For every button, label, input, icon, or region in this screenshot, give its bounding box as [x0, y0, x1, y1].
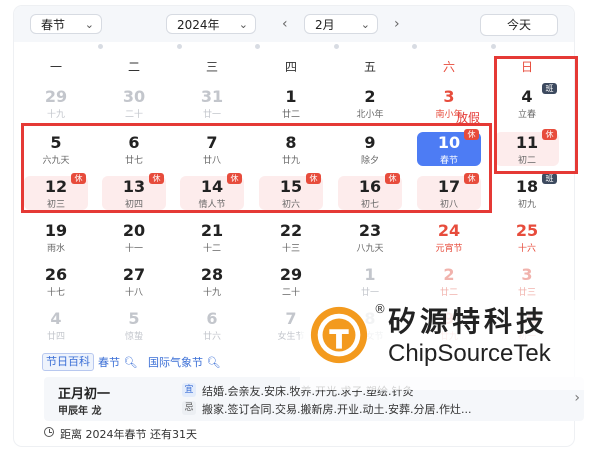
highlight-box-holiday	[21, 123, 492, 213]
day-number: 3	[443, 87, 455, 106]
search-icon: 🔍︎	[206, 356, 221, 369]
day-cell[interactable]: 24 元宵节	[417, 220, 481, 254]
lunar-label: 北小年	[356, 110, 384, 120]
ji-badge: 忌	[182, 401, 196, 415]
day-number: 27	[122, 265, 146, 284]
spring-festival-label: 春节	[98, 356, 120, 369]
meteorology-day-link[interactable]: 国际气象节 🔍︎	[148, 354, 220, 370]
lunar-label: 十三	[281, 244, 300, 254]
day-cell[interactable]: 31 廿一	[180, 86, 244, 120]
lunar-label: 廿三	[517, 288, 536, 298]
lunar-label: 十一	[124, 244, 143, 254]
day-cell[interactable]: 25 十六	[495, 220, 559, 254]
day-cell[interactable]: 23 八九天	[338, 220, 402, 254]
lunar-label: 惊蛰	[124, 332, 143, 342]
lunar-label: 二十	[124, 110, 143, 120]
meteorology-day-label: 国际气象节	[148, 356, 203, 369]
day-number: 4	[50, 309, 62, 328]
chipsourcetek-logo-icon	[310, 306, 368, 364]
day-cell[interactable]: 1 廿二	[259, 86, 323, 120]
day-cell[interactable]: 1 廿一	[338, 264, 402, 298]
day-number: 19	[44, 221, 68, 240]
lunar-label: 十八	[124, 288, 143, 298]
lunar-label: 十七	[46, 288, 65, 298]
watermark-chinese: 矽源特科技	[388, 305, 549, 338]
workday-badge: 班	[542, 173, 557, 184]
day-number: 22	[279, 221, 303, 240]
lunar-label: 十九	[46, 110, 65, 120]
lunar-label: 廿四	[46, 332, 65, 342]
day-number: 24	[437, 221, 461, 240]
clock-icon	[44, 427, 54, 437]
lunar-label: 十六	[517, 244, 536, 254]
ganzhi-year: 甲辰年 龙	[58, 406, 102, 417]
day-cell[interactable]: 5 惊蛰	[102, 308, 166, 342]
day-number: 31	[200, 87, 224, 106]
day-number: 25	[515, 221, 539, 240]
watermark: ® 矽源特科技 ChipSourceTek	[300, 300, 590, 390]
lunar-label: 廿六	[202, 332, 221, 342]
highlight-box-sunday	[494, 56, 578, 174]
search-icon: 🔍︎	[123, 356, 138, 369]
day-cell[interactable]: 4 廿四	[24, 308, 88, 342]
lunar-label: 廿二	[439, 288, 458, 298]
day-cell[interactable]: 18 初九班	[495, 173, 559, 210]
lunar-label: 廿一	[202, 110, 221, 120]
day-cell[interactable]: 28 十九	[180, 264, 244, 298]
day-cell[interactable]: 26 十七	[24, 264, 88, 298]
day-number: 30	[122, 87, 146, 106]
registered-mark: ®	[374, 302, 386, 316]
day-number: 28	[200, 265, 224, 284]
lunar-label: 廿一	[360, 288, 379, 298]
holiday-encyclopedia-tag[interactable]: 节日百科	[42, 353, 94, 371]
lunar-date: 正月初一	[58, 387, 111, 402]
chevron-right-icon[interactable]: ›	[574, 390, 580, 406]
yi-badge: 宜	[182, 383, 196, 397]
lunar-label: 雨水	[46, 244, 65, 254]
day-number: 2	[443, 265, 455, 284]
day-cell[interactable]: 21 十二	[180, 220, 244, 254]
day-cell[interactable]: 20 十一	[102, 220, 166, 254]
lunar-label: 十二	[202, 244, 221, 254]
day-cell[interactable]: 29 二十	[259, 264, 323, 298]
day-cell[interactable]: 27 十八	[102, 264, 166, 298]
lunar-label: 十九	[202, 288, 221, 298]
day-cell[interactable]: 19 雨水	[24, 220, 88, 254]
day-number: 1	[285, 87, 297, 106]
day-number: 21	[200, 221, 224, 240]
day-cell[interactable]: 2 北小年	[338, 86, 402, 120]
day-cell[interactable]: 29 十九	[24, 86, 88, 120]
day-number: 5	[128, 309, 140, 328]
ji-activities: 搬家.签订合同.交易.搬新房.开业.动土.安葬.分居.作灶...	[202, 403, 472, 416]
lunar-label: 二十	[281, 288, 300, 298]
holiday-banner: 放假	[456, 111, 481, 125]
day-number: 29	[279, 265, 303, 284]
day-number: 2	[364, 87, 376, 106]
lunar-label: 元宵节	[435, 244, 463, 254]
day-cell[interactable]: 2 廿二	[417, 264, 481, 298]
day-number: 1	[364, 265, 376, 284]
day-cell[interactable]: 30 二十	[102, 86, 166, 120]
day-number: 26	[44, 265, 68, 284]
watermark-english: ChipSourceTek	[388, 340, 551, 367]
day-cell[interactable]: 22 十三	[259, 220, 323, 254]
day-number: 23	[358, 221, 382, 240]
lunar-label: 八九天	[356, 244, 384, 254]
day-number: 29	[44, 87, 68, 106]
day-number: 20	[122, 221, 146, 240]
day-cell[interactable]: 3 廿三	[495, 264, 559, 298]
lunar-label: 廿二	[281, 110, 300, 120]
day-cell[interactable]: 6 廿六	[180, 308, 244, 342]
day-number: 6	[206, 309, 218, 328]
countdown-text: 距离 2024年春节 还有31天	[60, 428, 197, 441]
day-number: 3	[521, 265, 533, 284]
spring-festival-link[interactable]: 春节 🔍︎	[98, 354, 137, 370]
lunar-label: 初九	[517, 200, 536, 210]
